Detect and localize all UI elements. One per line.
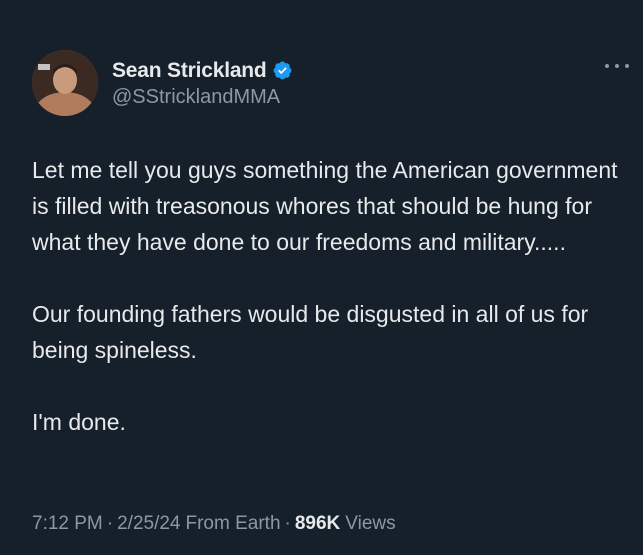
- more-dot: [625, 64, 629, 68]
- avatar-image: [32, 50, 98, 116]
- avatar[interactable]: [32, 50, 98, 116]
- verified-badge-icon[interactable]: [272, 60, 293, 81]
- user-info: Sean Strickland @SStricklandMMA: [112, 58, 293, 109]
- meta-separator: ·: [284, 513, 291, 534]
- tweet-meta: 7:12 PM · 2/25/24 From Earth · 896K View…: [32, 513, 396, 535]
- user-handle[interactable]: @SStricklandMMA: [112, 86, 293, 109]
- name-row: Sean Strickland: [112, 58, 293, 84]
- display-name[interactable]: Sean Strickland: [112, 59, 267, 83]
- more-dot: [605, 64, 609, 68]
- tweet-paragraph: I'm done.: [32, 409, 126, 435]
- views-label: Views: [345, 513, 396, 534]
- tweet-date[interactable]: 2/25/24: [117, 513, 180, 535]
- tweet-header: Sean Strickland @SStricklandMMA: [32, 50, 293, 116]
- tweet-source: From Earth: [185, 513, 281, 534]
- tweet-paragraph: Let me tell you guys something the Ameri…: [32, 157, 618, 255]
- meta-separator: ·: [106, 513, 114, 534]
- more-horizontal-icon[interactable]: [605, 58, 629, 74]
- views-count[interactable]: 896K: [295, 513, 340, 535]
- tweet-card: Sean Strickland @SStricklandMMA Let me t…: [0, 0, 643, 555]
- tweet-paragraph: Our founding fathers would be disgusted …: [32, 301, 589, 363]
- tweet-text: Let me tell you guys something the Ameri…: [32, 152, 632, 476]
- tweet-time[interactable]: 7:12 PM: [32, 513, 103, 535]
- more-dot: [615, 64, 619, 68]
